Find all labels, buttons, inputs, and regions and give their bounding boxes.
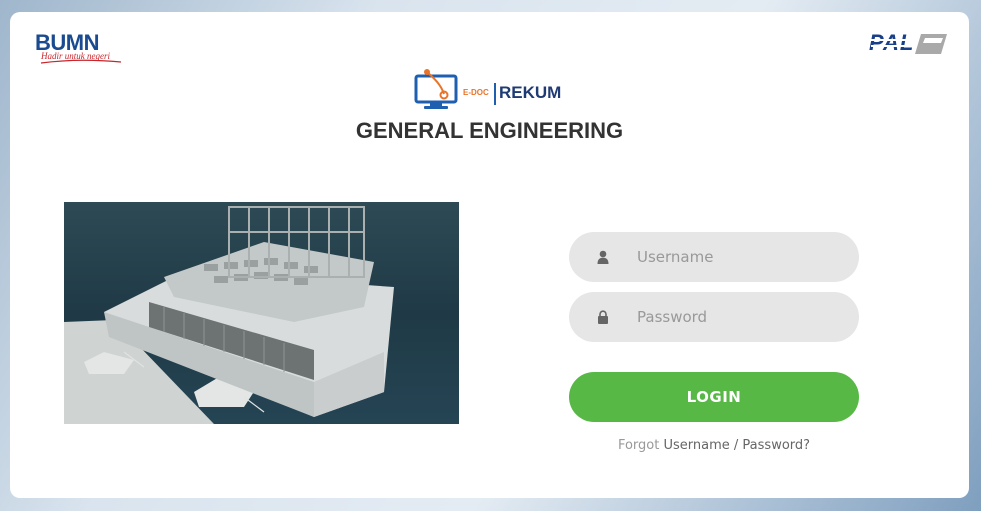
power-plant-image — [64, 202, 459, 424]
pal-logo: PAL — [869, 30, 949, 58]
user-icon — [569, 250, 637, 264]
page-title: GENERAL ENGINEERING — [355, 118, 624, 143]
bumn-logo: BUMN Hadir untuk negeri — [35, 31, 127, 65]
forgot-credentials: Forgot Username / Password? — [569, 438, 859, 453]
bumn-swoosh-icon — [40, 59, 122, 64]
edoc-rekum-logo: E-DOC REKUM — [413, 67, 573, 111]
forgot-username-link[interactable]: Username — [663, 438, 729, 453]
rekum-name: REKUM — [499, 83, 562, 102]
logo-divider — [494, 83, 496, 105]
barge-power-plant-illustration — [64, 206, 394, 424]
lock-icon — [569, 310, 637, 324]
forgot-separator: / — [733, 438, 739, 453]
login-card: BUMN Hadir untuk negeri PAL E-DOC REKUM … — [10, 12, 969, 498]
forgot-password-link[interactable]: Password? — [742, 438, 810, 453]
password-field[interactable] — [569, 292, 859, 342]
pal-stripes-icon — [871, 34, 947, 54]
edoc-prefix: E-DOC — [463, 88, 489, 97]
computer-monitor-icon — [414, 69, 458, 109]
password-input[interactable] — [637, 308, 837, 326]
login-button[interactable]: LOGIN — [569, 372, 859, 422]
username-input[interactable] — [637, 248, 837, 266]
forgot-prefix: Forgot — [617, 438, 660, 453]
username-field[interactable] — [569, 232, 859, 282]
